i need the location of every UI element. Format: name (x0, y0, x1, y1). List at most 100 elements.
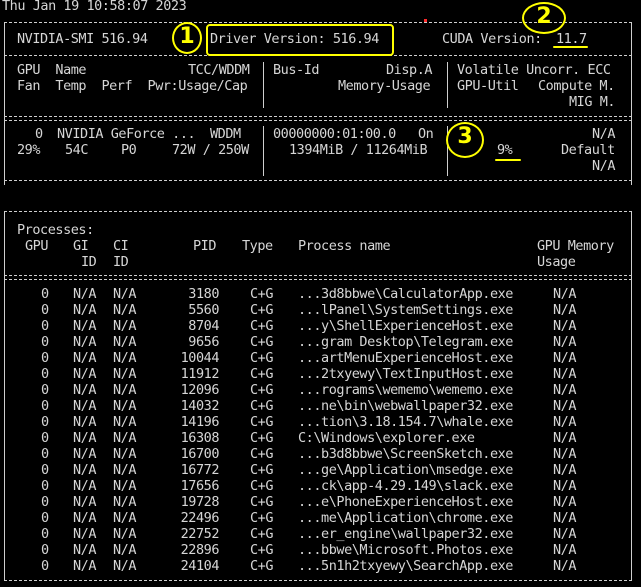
proc-pid: 12096 (180, 382, 220, 398)
gpu-bus-id: 00000000:01:00.0 (273, 126, 396, 142)
proc-ci: N/A (113, 558, 137, 574)
proc-name: ...ge\Application\msedge.exe (298, 462, 513, 478)
proc-mem: N/A (553, 350, 577, 366)
proc-pid: 22496 (180, 510, 220, 526)
proc-ci: N/A (113, 382, 137, 398)
proc-name: ...artMenuExperienceHost.exe (298, 350, 513, 366)
proc-gi: N/A (73, 366, 97, 382)
proc-title-line: Processes: (0, 222, 641, 238)
proc-name: ...gram Desktop\Telegram.exe (298, 334, 513, 350)
process-row: 0 N/A N/A 19728 C+G ...e\PhoneExperienceHost.… (0, 494, 641, 510)
annotation-1-marker: 1 (172, 22, 202, 54)
hdr-fan-temp: Fan Temp Perf Pwr:Usage/Cap (17, 78, 248, 94)
proc-ci: N/A (113, 542, 137, 558)
proc-gi: N/A (73, 494, 97, 510)
annotation-2-marker: 2 (522, 2, 566, 34)
proc-pid: 17656 (180, 478, 220, 494)
proc-gi: N/A (73, 302, 97, 318)
proc-ci: N/A (113, 494, 137, 510)
proc-hdr-ci: CI (113, 238, 129, 254)
proc-gi: N/A (73, 542, 97, 558)
proc-type: C+G (250, 286, 274, 302)
proc-mem: N/A (553, 478, 577, 494)
gpu-disp: On (418, 126, 434, 142)
gpu-index: 0 (35, 126, 43, 142)
proc-ci: N/A (113, 462, 137, 478)
proc-name: ...e\PhoneExperienceHost.exe (298, 494, 513, 510)
process-row: 0 N/A N/A 10044 C+G ...artMenuExperienceHost.… (0, 350, 641, 366)
proc-gpu: 0 (41, 542, 49, 558)
process-row: 0 N/A N/A 17656 C+G ...ck\app-4.29.149\slack.… (0, 478, 641, 494)
proc-mem: N/A (553, 430, 577, 446)
proc-ci: N/A (113, 478, 137, 494)
proc-pid: 14032 (180, 398, 220, 414)
proc-type: C+G (250, 494, 274, 510)
process-row: 0 N/A N/A 22752 C+G ...er_engine\wallpaper32.… (0, 526, 641, 542)
proc-ci: N/A (113, 334, 137, 350)
proc-mem: N/A (553, 318, 577, 334)
proc-pid: 14196 (180, 414, 220, 430)
proc-pid: 24104 (180, 558, 220, 574)
proc-hdr-gpu: GPU (25, 238, 49, 254)
proc-type: C+G (250, 446, 274, 462)
proc-type: C+G (250, 462, 274, 478)
hdr-gpu-util: GPU-Util (457, 78, 519, 94)
proc-gi: N/A (73, 350, 97, 366)
proc-name: C:\Windows\explorer.exe (298, 430, 475, 446)
gpu-compute: Default (561, 142, 615, 158)
proc-name: ...b3d8bbwe\ScreenSketch.exe (298, 446, 513, 462)
gpu-ecc: N/A (592, 126, 616, 142)
process-row: 0 N/A N/A 16308 C+G C:\Windows\explorer.exe N/… (0, 430, 641, 446)
proc-gi: N/A (73, 446, 97, 462)
gpu-name: NVIDIA GeForce ... (57, 126, 196, 142)
proc-name: ...er_engine\wallpaper32.exe (298, 526, 513, 542)
hdr-tcc-wddm: TCC/WDDM (188, 62, 250, 78)
proc-pid: 16700 (180, 446, 220, 462)
gpu-fan: 29% (17, 142, 41, 158)
proc-gpu: 0 (41, 446, 49, 462)
proc-gpu: 0 (41, 494, 49, 510)
proc-gpu: 0 (41, 286, 49, 302)
process-row: 0 N/A N/A 14196 C+G ...tion\3.18.154.7\whale.… (0, 414, 641, 430)
proc-title: Processes: (17, 222, 94, 238)
proc-gi: N/A (73, 398, 97, 414)
proc-name: ...ne\bin\webwallpaper32.exe (298, 398, 513, 414)
proc-pid: 3180 (188, 286, 219, 302)
proc-pid: 16308 (180, 430, 220, 446)
proc-gpu: 0 (41, 366, 49, 382)
proc-hdr-type: Type (242, 238, 273, 254)
proc-name: ...3d8bbwe\CalculatorApp.exe (298, 286, 513, 302)
proc-gpu: 0 (41, 478, 49, 494)
proc-gpu: 0 (41, 350, 49, 366)
proc-mem: N/A (553, 286, 577, 302)
proc-name: ...5n1h2txyewy\SearchApp.exe (298, 558, 513, 574)
proc-gi: N/A (73, 286, 97, 302)
process-row: 0 N/A N/A 8704 C+G ...y\ShellExperienceHost.e… (0, 318, 641, 334)
proc-hdr-gi: GI (73, 238, 89, 254)
gpu-mig: N/A (592, 158, 616, 174)
proc-gi: N/A (73, 526, 97, 542)
hdr-disp: Disp.A (386, 62, 433, 78)
proc-mem: N/A (553, 302, 577, 318)
proc-ci: N/A (113, 510, 137, 526)
hdr-gpu-name: GPU Name (17, 62, 87, 78)
gpu-header-row-3: MIG M. (0, 94, 641, 110)
cuda-label: CUDA Version: (442, 31, 550, 47)
proc-pid: 22752 (180, 526, 220, 542)
proc-gpu: 0 (41, 382, 49, 398)
gpu-row-2: 29% 54C P0 72W / 250W 1394MiB / 11264MiB… (0, 142, 641, 158)
proc-mem: N/A (553, 366, 577, 382)
proc-gi: N/A (73, 430, 97, 446)
proc-type: C+G (250, 334, 274, 350)
proc-ci: N/A (113, 430, 137, 446)
proc-mem: N/A (553, 414, 577, 430)
cuda-version: 11.7 (556, 31, 587, 47)
proc-gi: N/A (73, 558, 97, 574)
proc-gi: N/A (73, 462, 97, 478)
proc-gi: N/A (73, 510, 97, 526)
proc-pid: 9656 (188, 334, 219, 350)
proc-type: C+G (250, 318, 274, 334)
proc-hdr-ci-id: ID (113, 254, 129, 270)
proc-pid: 8704 (188, 318, 219, 334)
proc-pid: 16772 (180, 462, 220, 478)
